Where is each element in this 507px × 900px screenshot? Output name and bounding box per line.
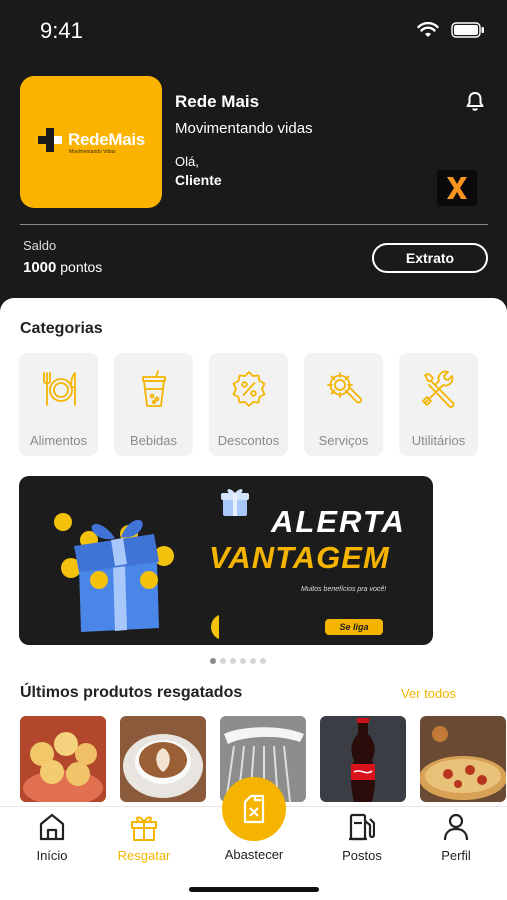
gift-box-coins-illustration [54,513,219,639]
banner-subtitle: Muitos benefícios pra você! [301,586,387,593]
carousel-dots [210,658,266,664]
category-label: Utilitários [411,433,466,448]
header: RedeMais Movimentando Vidas Rede Mais Mo… [0,64,507,300]
category-discounts[interactable]: Descontos [209,353,288,456]
x-logo-icon [447,177,467,199]
fuel-can-icon [243,794,265,824]
category-label: Bebidas [130,433,177,448]
carousel-dot[interactable] [210,658,216,664]
brand-name: Rede Mais [175,92,260,111]
carousel-dot[interactable] [260,658,266,664]
logo-tagline: Movimentando Vidas [69,149,116,155]
carousel-dot[interactable] [230,658,236,664]
balance-label: Saldo [23,238,57,253]
category-food[interactable]: Alimentos [19,353,98,456]
brand-logo: RedeMais Movimentando Vidas [20,76,162,208]
tab-label: Início [36,848,68,863]
tab-label: Resgatar [117,848,171,863]
recent-products-title: Últimos produtos resgatados [20,684,243,701]
categories-list: Alimentos Bebidas Descontos Serviços Uti… [19,353,478,456]
balance-value: 1000 pontos [23,259,102,276]
cappuccino-image [120,716,206,802]
promo-banner[interactable]: ALERTA VANTAGEM Muitos benefícios pra vo… [19,476,433,645]
tab-resgatar[interactable]: Resgatar [94,807,194,867]
category-utilities[interactable]: Utilitários [399,353,478,456]
category-label: Alimentos [29,433,88,448]
discount-badge-icon [232,371,265,407]
banner-title-line2: VANTAGEM [209,540,390,575]
bell-icon[interactable] [464,90,486,112]
product-cola-bottle[interactable] [320,716,406,802]
cheese-bread-image [20,716,106,802]
logo-text: RedeMais [68,130,145,149]
category-services[interactable]: Serviços [304,353,383,456]
home-icon [39,813,65,841]
header-divider [20,224,488,225]
status-time: 9:41 [40,18,83,43]
carousel-dot[interactable] [250,658,256,664]
user-name: Cliente [175,172,222,188]
gas-station-icon [349,813,375,841]
gift-icon [131,816,157,841]
tab-postos[interactable]: Postos [312,807,412,867]
tab-label: Abastecer [224,847,284,862]
tab-inicio[interactable]: Início [2,807,102,867]
balance-amount: 1000 [23,259,57,276]
fuel-action-button[interactable] [222,777,286,841]
drink-cup-icon [141,370,166,407]
statement-button[interactable]: Extrato [372,243,488,273]
category-drinks[interactable]: Bebidas [114,353,193,456]
home-indicator [189,887,319,892]
banner-title-line1: ALERTA [271,504,406,539]
brand-slogan: Movimentando vidas [175,120,313,137]
categories-title: Categorias [20,320,103,337]
carousel-dot[interactable] [220,658,226,664]
category-label: Serviços [318,433,369,448]
banner-cta-button[interactable]: Se liga [325,619,383,635]
carousel-dot[interactable] [240,658,246,664]
battery-icon [451,22,484,38]
cola-bottle-image [320,716,406,802]
see-all-link[interactable]: Ver todos [401,686,456,701]
tab-perfil[interactable]: Perfil [406,807,506,867]
category-label: Descontos [217,433,280,448]
user-icon [443,813,469,841]
bottom-tab-bar: Início Resgatar Abastecer Postos Perfil [0,777,507,900]
product-cheese-bread[interactable] [20,716,106,802]
tools-icon [421,370,454,408]
tab-label: Perfil [441,848,471,863]
product-pizza[interactable] [420,716,506,802]
wifi-icon [417,22,439,37]
greeting: Olá, [175,154,199,169]
partner-badge[interactable] [437,170,477,206]
plus-cross-icon [38,128,62,152]
status-icons [417,22,485,38]
cutlery-icon [42,372,76,406]
balance-unit: pontos [60,259,103,275]
small-gift-icon [221,489,249,516]
tab-label: Postos [342,848,382,863]
gear-wrench-icon [326,372,362,404]
status-bar: 9:41 [0,0,507,64]
pizza-image [420,716,506,802]
product-cappuccino[interactable] [120,716,206,802]
